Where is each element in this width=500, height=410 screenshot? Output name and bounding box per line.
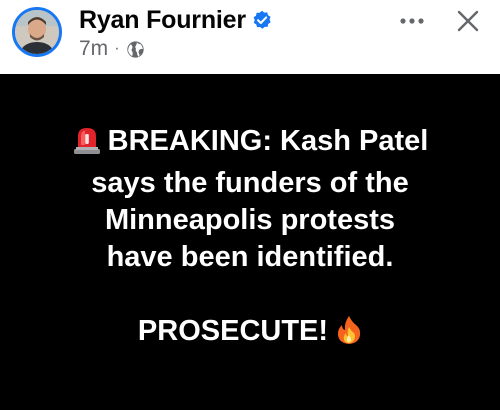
author-row: Ryan Fournier xyxy=(79,5,272,35)
post-closing-text: PROSECUTE! xyxy=(137,315,329,347)
post-closing: PROSECUTE! xyxy=(20,313,480,355)
more-options-button[interactable] xyxy=(392,4,432,38)
post-text: BREAKING: Kash Patel says the funders of… xyxy=(20,123,480,355)
post-header: Ryan Fournier 7m · xyxy=(0,0,500,74)
verified-badge-icon xyxy=(252,10,272,30)
post-timestamp[interactable]: 7m xyxy=(79,37,108,61)
more-options-icon xyxy=(400,18,424,24)
close-icon xyxy=(457,10,479,32)
post-spacer xyxy=(20,276,480,313)
post-line-4: have been identified. xyxy=(106,241,394,273)
fire-emoji-icon xyxy=(336,315,362,355)
post-line-2: says the funders of the xyxy=(91,167,409,199)
siren-emoji-icon xyxy=(72,125,102,165)
facebook-post: Ryan Fournier 7m · BREAKING: Kash Patel … xyxy=(0,0,500,410)
post-line-1-text: BREAKING: Kash Patel xyxy=(107,125,429,157)
post-content: BREAKING: Kash Patel says the funders of… xyxy=(0,74,500,410)
globe-icon[interactable] xyxy=(126,40,145,59)
close-button[interactable] xyxy=(448,4,488,38)
author-name[interactable]: Ryan Fournier xyxy=(79,6,246,35)
avatar[interactable] xyxy=(12,7,62,57)
avatar-image xyxy=(15,10,59,54)
meta-separator: · xyxy=(114,40,120,57)
post-line-3: Minneapolis protests xyxy=(104,204,396,236)
post-meta: 7m · xyxy=(79,36,145,62)
post-line-1: BREAKING: Kash Patel xyxy=(20,123,480,165)
